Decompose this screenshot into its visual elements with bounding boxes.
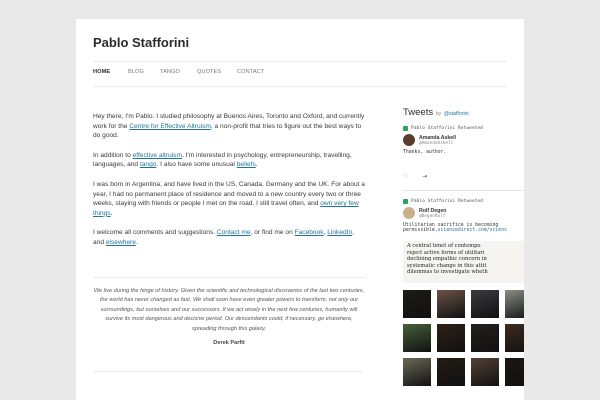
media-text-line: systematic change in this attit [407,262,487,269]
tweet-user[interactable]: Amanda Askell @AmandaAskell [403,134,524,146]
tango-link[interactable]: tango [140,161,157,168]
tweets-sidebar: Tweets by @stafforini Pablo Stafforini R… [403,107,524,386]
intro-text: . [135,238,138,246]
cea-link[interactable]: Centre for Effective Altruism [129,123,211,130]
photo-thumbnail[interactable] [403,290,431,318]
media-text-line: declining empathic concern in [407,256,487,263]
photo-grid [403,290,524,386]
linkedin-link[interactable]: LinkedIn [327,229,352,236]
share-icon[interactable]: ⇥ [422,173,427,180]
photo-thumbnail[interactable] [505,290,524,318]
photo-thumbnail[interactable] [437,290,465,318]
tweet-text-line: permissible.sciencedirect.com/scienc [403,228,524,233]
retweet-line: Pablo Stafforini Retweeted [403,199,524,204]
photo-thumbnail[interactable] [437,324,465,352]
nav-blog[interactable]: BLOG [128,69,144,75]
site-title[interactable]: Pablo Stafforini [93,35,189,50]
intro-text: I welcome all comments and suggestions. [93,229,217,237]
tweet-user-name[interactable]: Amanda Askell [419,135,456,141]
like-icon[interactable]: ♡ [403,173,408,180]
tweet-user-info: Amanda Askell @AmandaAskell [419,135,456,146]
media-text-line: reject active forms of utilitari [407,249,485,256]
tweet-text: Utilitarian sacrifice is becoming permis… [403,223,524,233]
page-container: Pablo Stafforini HOME BLOG TANGO QUOTES … [76,19,524,400]
intro-paragraph-1: Hey there, I'm Pablo. I studied philosop… [93,112,365,141]
intro-paragraph-4: I welcome all comments and suggestions. … [93,228,365,247]
contact-me-link[interactable]: Contact me [217,229,251,236]
tweets-title[interactable]: Tweets [403,107,433,118]
photo-thumbnail[interactable] [437,358,465,386]
tweet-user-info: Rolf Degen @DegenRolf [419,208,446,219]
retweet-icon [403,199,408,204]
tweets-header: Tweets by @stafforini [403,107,524,118]
photo-thumbnail[interactable] [505,324,524,352]
photo-thumbnail[interactable] [471,358,499,386]
avatar[interactable] [403,134,415,146]
facebook-link[interactable]: Facebook [295,229,324,236]
intro-paragraph-2: In addition to effective altruism, I'm i… [93,151,365,170]
media-text-line: dilemmas to investigate wheth [407,269,488,276]
media-text-line: A central tenet of contempo [407,243,481,249]
elsewhere-link[interactable]: elsewhere [106,239,136,246]
intro-text: . I also have some unusual [156,161,237,169]
intro-paragraph-3: I was born in Argentina, and have lived … [93,180,365,218]
tweet-actions: ♡ ⇥ [403,173,524,180]
photo-thumbnail[interactable] [471,290,499,318]
nav-tango[interactable]: TANGO [160,69,180,75]
beliefs-link[interactable]: beliefs [237,161,256,168]
effective-altruism-link[interactable]: effective altruism [133,152,182,159]
photo-thumbnail[interactable] [505,358,524,386]
tweet-user-name[interactable]: Rolf Degen [419,208,446,214]
retweet-line: Pablo Stafforini Retweeted [403,126,524,131]
tweet-item[interactable]: Pablo Stafforini Retweeted Rolf Degen @D… [403,199,524,386]
intro-text: . [110,209,113,217]
tweet-user-handle[interactable]: @AmandaAskell [419,141,456,146]
content-divider [93,371,363,372]
main-nav: HOME BLOG TANGO QUOTES CONTACT [93,61,507,87]
tweets-by: by [435,111,442,117]
parfit-quote: We live during the hinge of history. Giv… [93,277,365,346]
retweet-label: Pablo Stafforini Retweeted [411,126,483,131]
tweet-user[interactable]: Rolf Degen @DegenRolf [403,207,524,219]
tweet-divider [403,190,524,191]
nav-contact[interactable]: CONTACT [237,69,264,75]
tweet-link[interactable]: sciencedirect.com/scienc [438,228,507,233]
photo-thumbnail[interactable] [403,324,431,352]
intro-text: . [255,161,258,169]
intro-content: Hey there, I'm Pablo. I studied philosop… [93,112,365,258]
tweet-item[interactable]: Pablo Stafforini Retweeted Amanda Askell… [403,126,524,180]
tweet-text: Thanks, author. [403,150,447,155]
nav-quotes[interactable]: QUOTES [197,69,221,75]
retweet-label: Pablo Stafforini Retweeted [411,199,483,204]
quote-text: We live during the hinge of history. Giv… [93,288,365,332]
photo-thumbnail[interactable] [403,358,431,386]
tweet-text-end: permissible. [403,228,438,233]
photo-thumbnail[interactable] [471,324,499,352]
tweet-user-handle[interactable]: @DegenRolf [419,214,446,219]
intro-text: , or find me on [250,229,295,237]
intro-text: In addition to [93,151,133,159]
tweets-handle[interactable]: @stafforini [444,111,469,117]
tweet-media-image[interactable]: A central tenet of contempo reject activ… [403,241,524,283]
nav-home[interactable]: HOME [93,69,110,75]
quote-author: Derek Parfit [213,340,245,347]
avatar[interactable] [403,207,415,219]
retweet-icon [403,126,408,131]
